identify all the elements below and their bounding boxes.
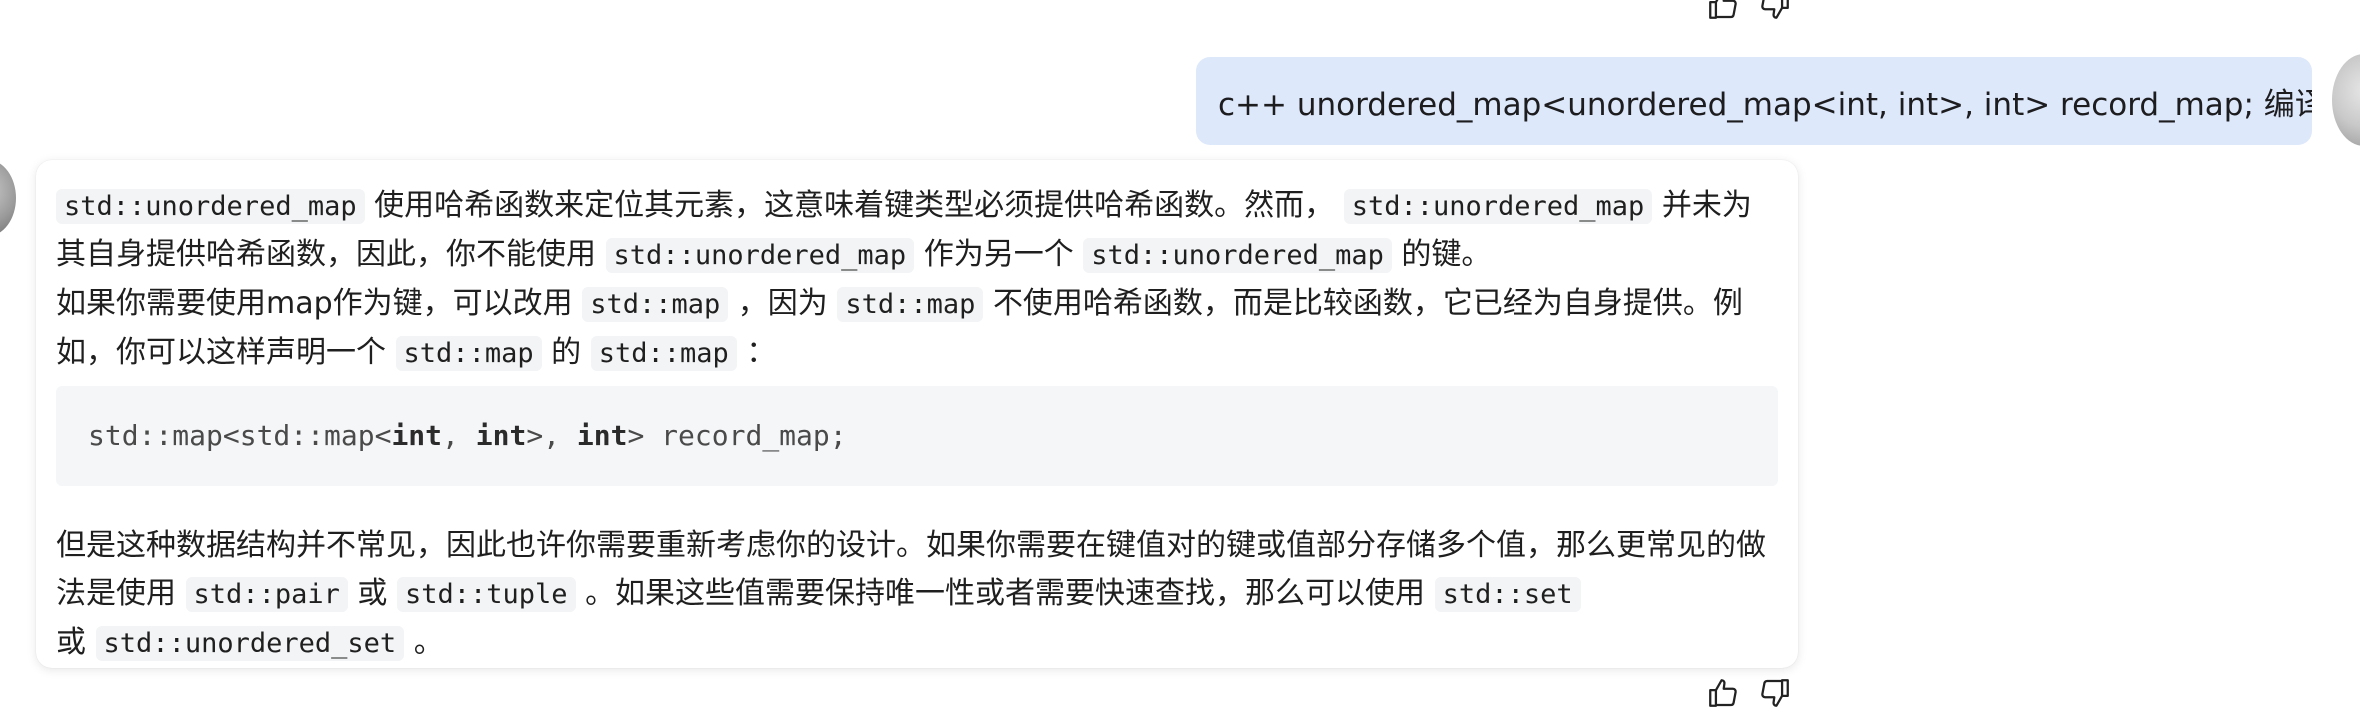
assistant-message-card: std::unordered_map 使用哈希函数来定位其元素，这意味着键类型必… — [36, 160, 1798, 668]
answer-text: 的 — [551, 335, 582, 370]
feedback-row — [1706, 676, 1792, 710]
inline-code: std::set — [1434, 577, 1581, 612]
code-keyword: int — [475, 419, 527, 452]
answer-text: ，因为 — [737, 286, 828, 321]
code-keyword: int — [391, 419, 443, 452]
feedback-row-previous — [1706, 0, 1792, 22]
inline-code: std::unordered_map — [605, 238, 915, 273]
thumbs-down-icon[interactable] — [1758, 0, 1792, 22]
chat-page: c++ unordered_map<unordered_map<int, int… — [0, 0, 2360, 724]
inline-code: std::map — [395, 336, 542, 371]
code-token: std::map<std::map< — [88, 419, 392, 452]
answer-text: 的键。 — [1401, 237, 1492, 272]
answer-text: 或 — [357, 576, 388, 611]
inline-code: std::map — [590, 336, 737, 371]
answer-text: 。 — [413, 625, 444, 660]
thumbs-up-icon[interactable] — [1706, 0, 1740, 22]
user-avatar — [2332, 54, 2360, 146]
inline-code: std::unordered_map — [1083, 238, 1392, 273]
code-keyword: int — [576, 419, 628, 452]
user-message-text: c++ unordered_map<unordered_map<int, int… — [1218, 86, 2312, 123]
thumbs-up-icon[interactable] — [1706, 676, 1740, 710]
answer-text: 如果你需要使用map作为键，可以改用 — [56, 286, 573, 321]
answer-paragraph-2: 如果你需要使用map作为键，可以改用 std::map ，因为 std::map… — [56, 280, 1778, 378]
answer-text: 或 — [56, 625, 86, 660]
answer-text: 使用哈希函数来定位其元素，这意味着键类型必须提供哈希函数。然而， — [374, 188, 1335, 223]
answer-paragraph-3: 但是这种数据结构并不常见，因此也许你需要重新考虑你的设计。如果你需要在键值对的键… — [56, 522, 1778, 668]
thumbs-down-icon[interactable] — [1758, 676, 1792, 710]
answer-text: 作为另一个 — [923, 237, 1074, 272]
inline-code: std::map — [582, 287, 729, 322]
inline-code: std::unordered_set — [95, 626, 405, 661]
code-token: , — [442, 419, 476, 452]
code-token: >, — [526, 419, 577, 452]
inline-code: std::unordered_map — [1343, 189, 1653, 224]
inline-code: std::pair — [185, 577, 348, 612]
answer-text: ： — [746, 335, 777, 370]
inline-code: std::unordered_map — [56, 189, 365, 224]
code-token: > record_map; — [627, 419, 847, 452]
assistant-avatar — [0, 160, 16, 236]
inline-code: std::tuple — [396, 577, 576, 612]
user-message-bubble: c++ unordered_map<unordered_map<int, int… — [1196, 57, 2312, 145]
code-block[interactable]: std::map<std::map< int, int >, int > record… — [56, 386, 1778, 486]
answer-paragraph-1: std::unordered_map 使用哈希函数来定位其元素，这意味着键类型必… — [56, 182, 1778, 280]
answer-text: 。如果这些值需要保持唯一性或者需要快速查找，那么可以使用 — [585, 576, 1426, 611]
inline-code: std::map — [837, 287, 984, 322]
